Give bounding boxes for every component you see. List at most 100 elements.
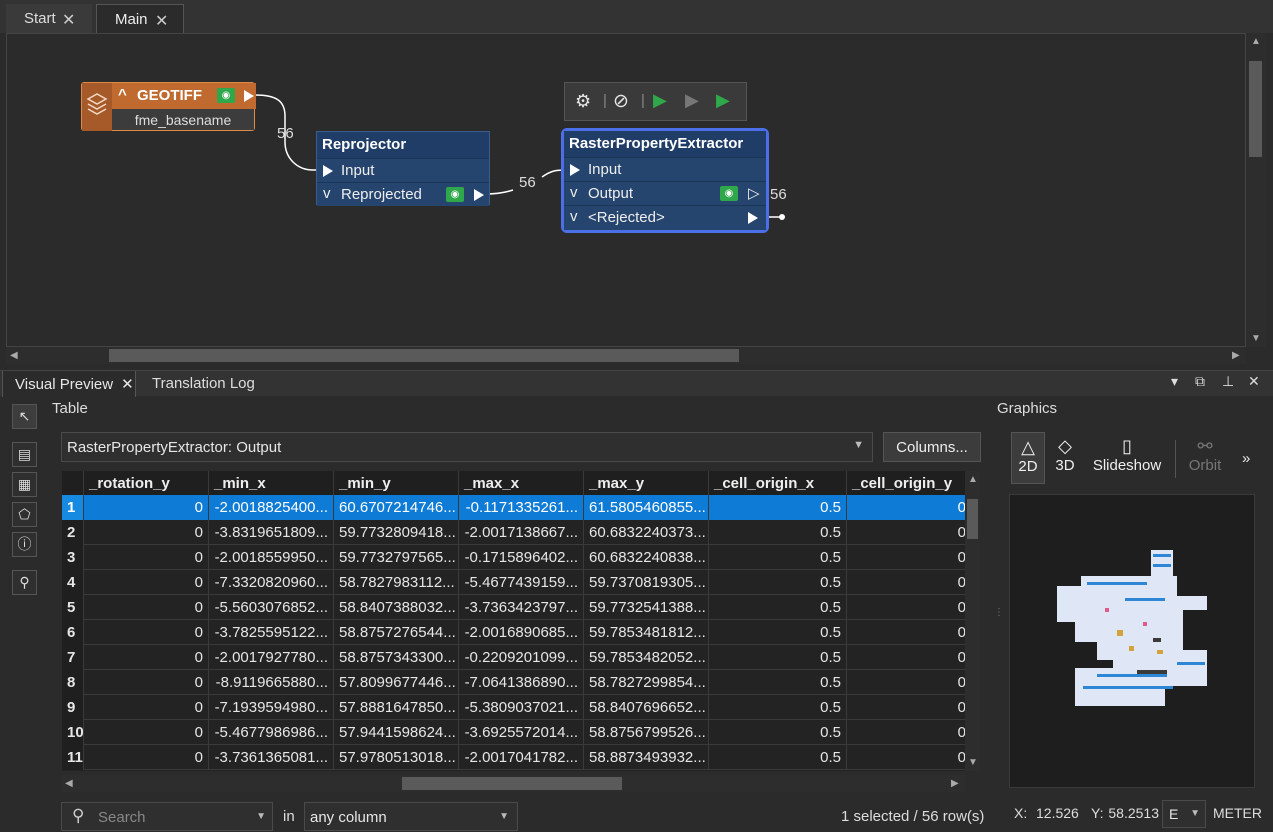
row-number[interactable]: 5 [62,595,84,620]
scroll-thumb[interactable] [967,499,978,539]
column-header[interactable]: _min_x [209,471,334,495]
close-panel-icon[interactable]: ✕ [1248,373,1260,390]
row-number[interactable]: 8 [62,670,84,695]
columns-button[interactable]: Columns... [883,432,981,462]
run-from-this-icon[interactable]: ▶ [685,90,699,111]
geotiff-reader-node[interactable]: ^ GEOTIFF ◉ fme_basename [81,82,256,131]
table-cell[interactable]: -2.0017041782... [459,745,584,770]
table-cell[interactable]: 0 [84,720,209,745]
table-cell[interactable]: 0 [847,620,972,645]
table-cell[interactable]: 0.5 [709,545,847,570]
table-cell[interactable]: -0.1171335261... [459,495,584,520]
column-header[interactable]: _min_y [334,471,459,495]
row-number[interactable]: 10 [62,720,84,745]
table-cell[interactable]: 0.5 [709,720,847,745]
table-row[interactable]: 10 0 -5.4677986986... 57.9441598624... -3.69… [62,720,972,745]
search-input[interactable]: ⚲ Search ▼ [61,802,273,831]
close-icon[interactable]: ✕ [155,11,168,31]
table-cell[interactable]: 0 [84,545,209,570]
gear-icon[interactable]: ⚙ [575,91,591,112]
table-cell[interactable]: 58.8757343300... [334,645,459,670]
table-cell[interactable]: 59.7853482052... [584,645,709,670]
scroll-thumb[interactable] [109,349,739,362]
column-header[interactable]: _cell_origin_y [847,471,972,495]
slideshow-button[interactable]: ▯ Slideshow [1090,432,1164,474]
table-cell[interactable]: 0.5 [709,670,847,695]
table-cell[interactable]: -5.3809037021... [459,695,584,720]
output-port-icon[interactable] [244,90,254,102]
table-cell[interactable]: -8.9119665880... [209,670,334,695]
table-cell[interactable]: -2.0017138667... [459,520,584,545]
table-cell[interactable]: 59.7732541388... [584,595,709,620]
table-cell[interactable]: 0 [847,720,972,745]
table-cell[interactable]: 58.8757276544... [334,620,459,645]
table-cell[interactable]: 0 [847,745,972,770]
collapse-icon[interactable]: ^ [118,86,127,103]
table-cell[interactable]: 0 [84,495,209,520]
data-table[interactable]: _rotation_y _min_x _min_y _max_x _max_y _cell… [62,471,980,771]
table-horizontal-scrollbar[interactable]: ◀ ▶ [62,775,965,792]
table-row[interactable]: 9 0 -7.1939594980... 57.8881647850... -5.380… [62,695,972,720]
scroll-thumb[interactable] [1249,61,1262,157]
table-cell[interactable]: -0.2209201099... [459,645,584,670]
table-cell[interactable]: 0 [847,520,972,545]
table-cell[interactable]: -7.0641386890... [459,670,584,695]
table-cell[interactable]: 57.9441598624... [334,720,459,745]
feature-cache-eye-icon[interactable]: ◉ [720,186,738,201]
table-cell[interactable]: 0 [847,570,972,595]
column-header[interactable]: _max_x [459,471,584,495]
tab-translation-log[interactable]: Translation Log [140,371,260,397]
table-cell[interactable]: 60.6832240838... [584,545,709,570]
workspace-canvas[interactable]: ^ GEOTIFF ◉ fme_basename 56 Reprojector … [6,33,1246,347]
table-cell[interactable]: -5.4677439159... [459,570,584,595]
table-cell[interactable]: 60.6832240373... [584,520,709,545]
table-cell[interactable]: 0.5 [709,745,847,770]
table-row[interactable]: 8 0 -8.9119665880... 57.8099677446... -7.064… [62,670,972,695]
table-cell[interactable]: 0 [84,695,209,720]
table-row[interactable]: 3 0 -2.0018559950... 59.7732797565... -0.171… [62,545,972,570]
table-cell[interactable]: 57.8881647850... [334,695,459,720]
scroll-right-icon[interactable]: ▶ [1232,350,1240,361]
rejected-port-icon[interactable] [748,212,758,224]
chevron-down-icon[interactable]: ▼ [853,439,864,451]
scroll-down-icon[interactable]: ▼ [968,757,978,768]
coordinate-unit-select[interactable]: E ▼ [1162,800,1206,828]
output-port-icon[interactable] [474,189,484,201]
grid-icon[interactable]: ▦ [12,472,37,497]
table-cell[interactable]: 59.7853481812... [584,620,709,645]
chevron-down-icon[interactable]: ▼ [499,811,509,822]
table-cell[interactable]: 0.5 [709,595,847,620]
table-row[interactable]: 11 0 -3.7361365081... 57.9780513018... -2.00… [62,745,972,770]
splitter-handle[interactable]: ⋮ [994,608,1004,632]
table-cell[interactable]: -2.0018825400... [209,495,334,520]
table-cell[interactable]: 59.7732809418... [334,520,459,545]
table-cell[interactable]: 0 [847,670,972,695]
table-cell[interactable]: -2.0018559950... [209,545,334,570]
inspect-icon[interactable]: ⚲ [12,570,37,595]
table-cell[interactable]: -3.8319651809... [209,520,334,545]
feature-type-dropdown[interactable]: RasterPropertyExtractor: Output ▼ [61,432,873,462]
chevron-down-icon[interactable]: ▼ [256,811,266,822]
close-icon[interactable]: ✕ [62,10,75,30]
table-cell[interactable]: -3.6925572014... [459,720,584,745]
scroll-left-icon[interactable]: ◀ [10,350,18,361]
table-cell[interactable]: 0 [847,645,972,670]
table-cell[interactable]: 57.9780513018... [334,745,459,770]
table-cell[interactable]: 58.8407388032... [334,595,459,620]
table-row[interactable]: 4 0 -7.3320820960... 58.7827983112... -5.467… [62,570,972,595]
table-cell[interactable]: -7.1939594980... [209,695,334,720]
table-row[interactable]: 2 0 -3.8319651809... 59.7732809418... -2.001… [62,520,972,545]
close-icon[interactable]: ✕ [121,376,134,393]
table-row[interactable]: 5 0 -5.5603076852... 58.8407388032... -3.736… [62,595,972,620]
run-selected-icon[interactable]: ▶ [716,90,730,111]
output-port-icon[interactable]: ▷ [748,184,760,202]
table-cell[interactable]: 59.7370819305... [584,570,709,595]
rejected-port[interactable]: v <Rejected> [564,205,766,230]
disable-icon[interactable]: ⊘ [613,90,629,113]
select-icon[interactable]: ↖ [12,404,37,429]
table-cell[interactable]: -3.7361365081... [209,745,334,770]
row-number[interactable]: 7 [62,645,84,670]
table-cell[interactable]: -5.4677986986... [209,720,334,745]
chevron-down-icon[interactable]: ▼ [1190,808,1200,819]
table-cell[interactable]: 58.7827299854... [584,670,709,695]
